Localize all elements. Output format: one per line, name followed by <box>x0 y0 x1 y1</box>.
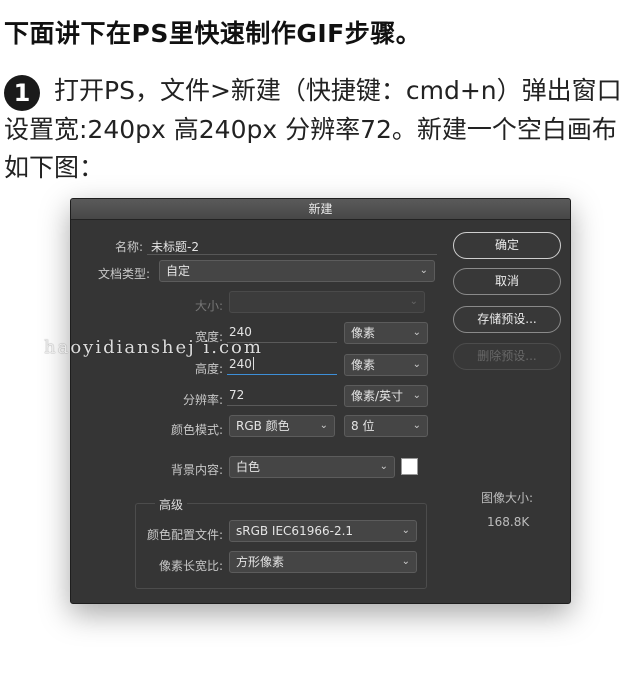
text-cursor <box>252 357 254 370</box>
bit-depth-select[interactable]: 8 位 ⌄ <box>344 415 428 437</box>
width-unit-select[interactable]: 像素 ⌄ <box>344 322 428 344</box>
background-color-swatch[interactable] <box>401 458 418 475</box>
name-underline <box>147 254 437 255</box>
height-unit-select[interactable]: 像素 ⌄ <box>344 354 428 376</box>
name-input[interactable]: 未标题-2 <box>151 238 199 255</box>
cancel-button[interactable]: 取消 <box>453 268 561 295</box>
resolution-input[interactable]: 72 <box>227 384 337 406</box>
image-size-value: 168.8K <box>487 515 530 529</box>
ok-button[interactable]: 确定 <box>453 232 561 259</box>
chevron-down-icon: ⌄ <box>401 525 410 536</box>
name-label: 名称: <box>114 240 143 254</box>
doc-type-select[interactable]: 自定 ⌄ <box>159 260 435 282</box>
chevron-down-icon: ⌄ <box>412 420 421 431</box>
color-profile-label: 颜色配置文件: <box>146 528 223 542</box>
delete-preset-button[interactable]: 删除预设... <box>453 343 561 370</box>
pixel-aspect-select[interactable]: 方形像素 ⌄ <box>229 551 417 573</box>
width-label: 宽度: <box>194 330 223 344</box>
advanced-title: 高级 <box>155 496 188 513</box>
dialog-title: 新建 <box>71 199 570 220</box>
new-document-dialog: 新建 名称: 未标题-2 文档类型: 自定 ⌄ 大小: ⌄ 宽度: 240 像素 ⌄… <box>70 198 571 604</box>
chevron-down-icon: ⌄ <box>319 420 328 431</box>
chevron-down-icon: ⌄ <box>412 327 421 338</box>
chevron-down-icon: ⌄ <box>409 296 418 307</box>
size-label: 大小: <box>194 299 223 313</box>
pixel-aspect-label: 像素长宽比: <box>158 559 223 573</box>
color-mode-label: 颜色模式: <box>170 423 223 437</box>
instruction-text: 打开PS，文件>新建（快捷键：cmd+n）弹出窗口设置宽:240px 高240p… <box>4 76 622 182</box>
save-preset-button[interactable]: 存储预设... <box>453 306 561 333</box>
color-mode-select[interactable]: RGB 颜色 ⌄ <box>229 415 335 437</box>
chevron-down-icon: ⌄ <box>419 265 428 276</box>
chevron-down-icon: ⌄ <box>379 461 388 472</box>
image-size-label: 图像大小: <box>481 491 534 505</box>
height-input[interactable]: 240 <box>227 353 337 375</box>
height-label: 高度: <box>194 362 223 376</box>
color-profile-select[interactable]: sRGB IEC61966-2.1 ⌄ <box>229 520 417 542</box>
background-label: 背景内容: <box>170 463 223 477</box>
background-select[interactable]: 白色 ⌄ <box>229 456 395 478</box>
step-number-badge: 1 <box>4 75 40 111</box>
size-select[interactable]: ⌄ <box>229 291 425 313</box>
chevron-down-icon: ⌄ <box>401 556 410 567</box>
chevron-down-icon: ⌄ <box>412 390 421 401</box>
doc-type-label: 文档类型: <box>97 267 150 281</box>
advanced-group <box>135 503 427 589</box>
instruction-paragraph: 1 打开PS，文件>新建（快捷键：cmd+n）弹出窗口设置宽:240px 高240… <box>4 72 636 187</box>
chevron-down-icon: ⌄ <box>412 359 421 370</box>
resolution-unit-select[interactable]: 像素/英寸 ⌄ <box>344 385 428 407</box>
width-input[interactable]: 240 <box>227 321 337 343</box>
page-heading: 下面讲下在PS里快速制作GIF步骤。 <box>4 19 422 48</box>
resolution-label: 分辨率: <box>182 393 223 407</box>
